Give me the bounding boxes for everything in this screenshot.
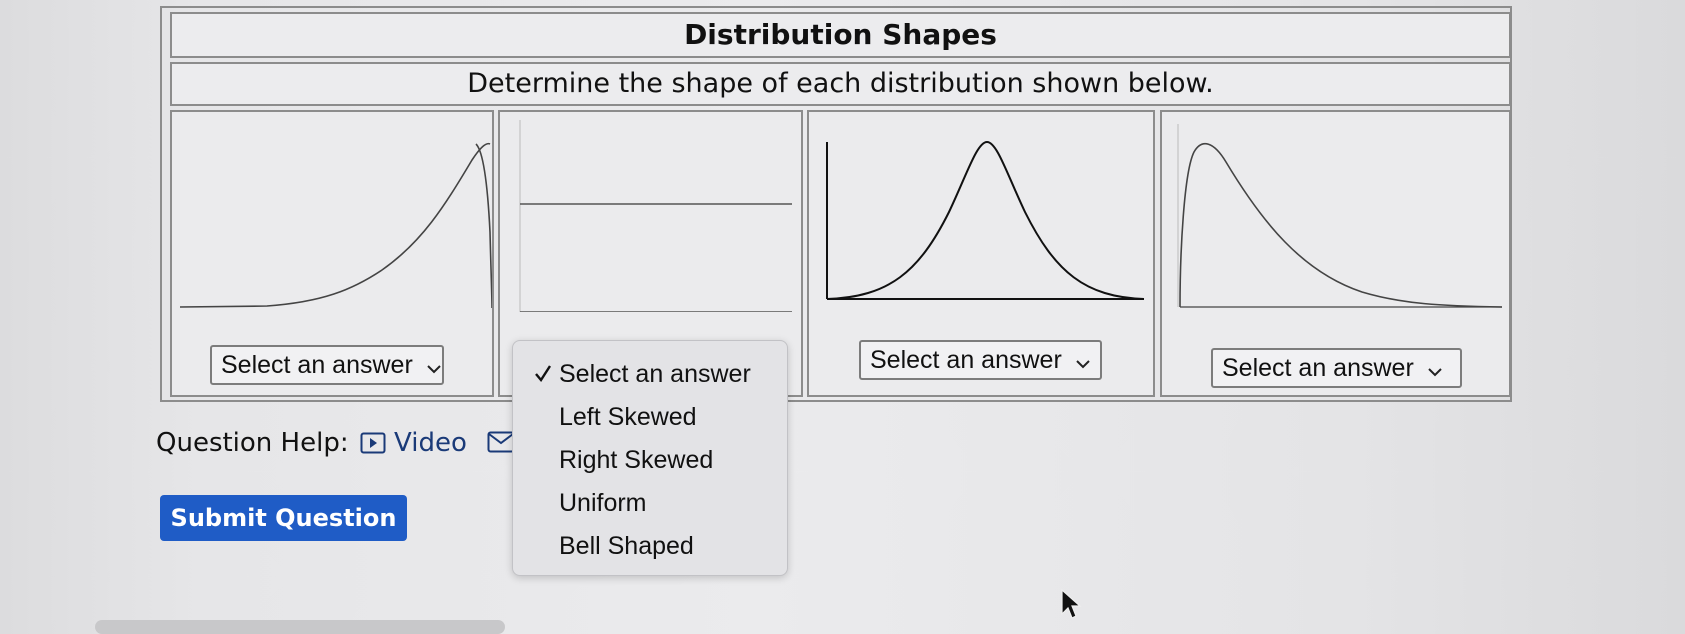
question-help-label: Question Help: (156, 428, 349, 458)
dropdown-option-right-skewed[interactable]: Right Skewed (559, 442, 713, 478)
video-help-link[interactable]: Video (360, 427, 467, 459)
option-label: Left Skewed (559, 403, 697, 431)
option-label: Select an answer (559, 360, 751, 388)
graph-4-answer-select[interactable]: Select an answer (1211, 348, 1462, 388)
graph-3-select-value: Select an answer (870, 346, 1062, 374)
option-label: Right Skewed (559, 446, 714, 474)
dropdown-option-select-an-answer[interactable]: Select an answer (535, 356, 751, 392)
graph-1-answer-select[interactable]: Select an answer (210, 345, 444, 385)
graph-4-select-value: Select an answer (1222, 354, 1414, 382)
checkmark-icon (533, 356, 553, 402)
mouse-pointer-icon (1060, 588, 1082, 626)
left-skewed-curve-graph (179, 142, 492, 309)
chevron-down-icon (426, 348, 442, 384)
option-label: Uniform (559, 489, 647, 517)
dropdown-option-uniform[interactable]: Uniform (559, 485, 647, 521)
play-icon (360, 432, 386, 454)
mail-icon[interactable] (487, 431, 515, 457)
graph-2-answer-dropdown[interactable]: Select an answer Left Skewed Right Skewe… (512, 340, 788, 576)
submit-question-button[interactable]: Submit Question (160, 495, 407, 541)
graph-1-select-value: Select an answer (221, 351, 413, 379)
uniform-distribution-graph (519, 120, 792, 312)
video-link-label: Video (394, 428, 467, 458)
question-instruction: Determine the shape of each distribution… (170, 62, 1511, 106)
option-label: Bell Shaped (559, 532, 694, 560)
right-skewed-curve-graph (1177, 124, 1503, 308)
dropdown-option-left-skewed[interactable]: Left Skewed (559, 399, 697, 435)
chevron-down-icon (1075, 343, 1091, 379)
chevron-down-icon (1427, 351, 1443, 387)
scrollbar[interactable] (95, 620, 505, 634)
bell-curve-graph (826, 140, 1145, 300)
dropdown-option-bell-shaped[interactable]: Bell Shaped (559, 528, 694, 564)
question-title: Distribution Shapes (170, 12, 1511, 58)
graph-3-answer-select[interactable]: Select an answer (859, 340, 1102, 380)
